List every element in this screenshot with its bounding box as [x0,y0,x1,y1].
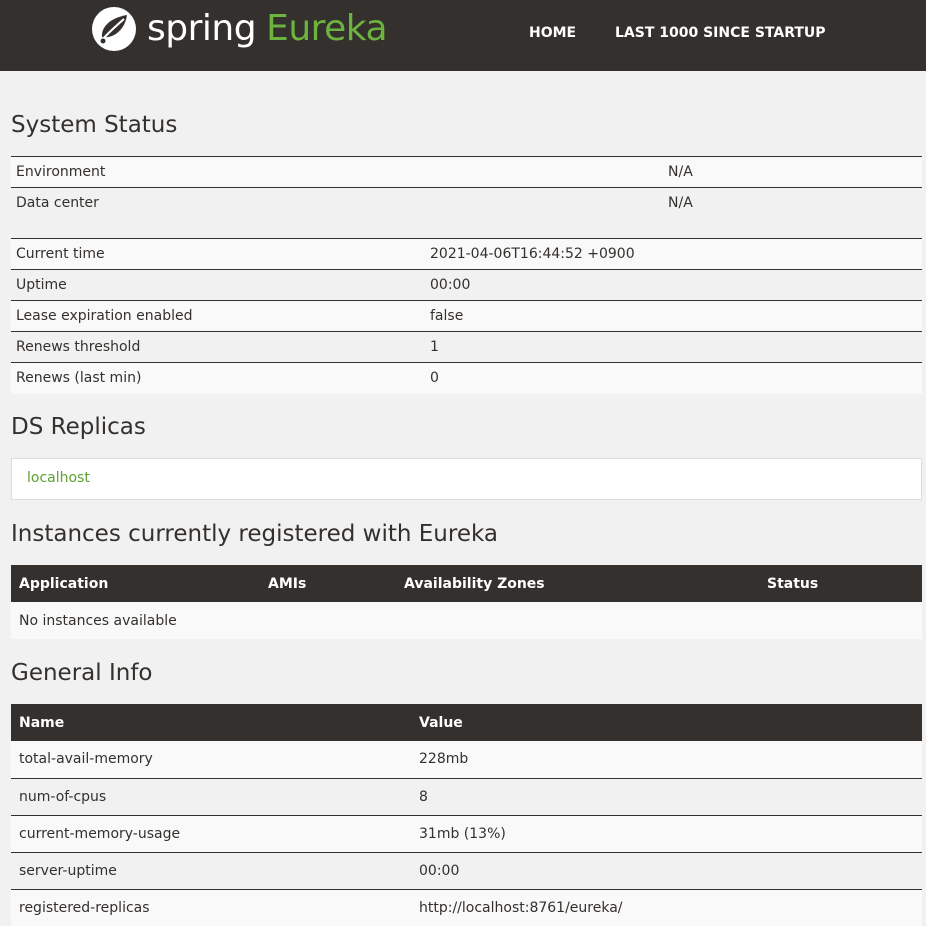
instances-table: Application AMIs Availability Zones Stat… [11,565,922,639]
info-name: current-memory-usage [11,814,419,852]
brand-eureka: Eureka [266,8,388,49]
env-value: N/A [668,156,922,188]
renews-threshold-label: Renews threshold [11,331,430,363]
column-header-application[interactable]: Application [11,565,268,602]
info-name: total-avail-memory [11,741,419,778]
table-header-row: Application AMIs Availability Zones Stat… [11,565,922,602]
table-row: Uptime 00:00 [11,269,922,301]
column-header-name[interactable]: Name [11,704,419,741]
status-stats-table: Current time 2021-04-06T16:44:52 +0900 U… [11,238,922,394]
table-row: current-memory-usage 31mb (13%) [11,814,922,852]
info-value: 228mb [419,741,922,778]
info-name: num-of-cpus [11,777,419,815]
info-name: registered-replicas [11,888,419,926]
ds-replicas-title: DS Replicas [11,414,146,440]
table-row: Renews threshold 1 [11,331,922,363]
column-header-amis[interactable]: AMIs [268,565,404,602]
nav-last-1000-link[interactable]: LAST 1000 SINCE STARTUP [615,24,826,42]
renews-last-min-label: Renews (last min) [11,362,430,394]
table-row: registered-replicas http://localhost:876… [11,888,922,926]
uptime-value: 00:00 [430,269,922,301]
system-status-title: System Status [11,112,178,138]
current-time-label: Current time [11,238,430,270]
spring-eureka-logo[interactable]: spring Eureka [91,5,388,53]
environment-table: Environment N/A Data center N/A [11,156,922,219]
lease-expiration-label: Lease expiration enabled [11,300,430,332]
renews-threshold-value: 1 [430,331,922,363]
instances-title: Instances currently registered with Eure… [11,521,498,547]
table-header-row: Name Value [11,704,922,741]
info-value: 8 [419,777,922,815]
info-value: 31mb (13%) [419,814,922,852]
current-time-value: 2021-04-06T16:44:52 +0900 [430,238,922,270]
spring-leaf-icon [92,7,136,51]
renews-last-min-value: 0 [430,362,922,394]
table-row: Environment N/A [11,156,922,188]
general-info-table: Name Value total-avail-memory 228mb num-… [11,704,922,926]
replica-link-localhost[interactable]: localhost [27,470,90,486]
column-header-availability-zones[interactable]: Availability Zones [404,565,767,602]
general-info-title: General Info [11,660,153,686]
no-instances-message: No instances available [11,602,922,639]
brand-spring: spring [147,8,257,49]
table-row: num-of-cpus 8 [11,777,922,815]
table-row: Renews (last min) 0 [11,362,922,394]
table-row: No instances available [11,602,922,639]
table-row: total-avail-memory 228mb [11,741,922,778]
datacenter-value: N/A [668,187,922,219]
table-row: Current time 2021-04-06T16:44:52 +0900 [11,238,922,270]
table-row: Lease expiration enabled false [11,300,922,332]
top-navbar: spring Eureka HOME LAST 1000 SINCE STARTU… [0,0,926,71]
table-row: Data center N/A [11,187,922,219]
info-value: 00:00 [419,851,922,889]
env-label: Environment [11,156,668,188]
brand-text: spring Eureka [147,7,388,51]
table-row: server-uptime 00:00 [11,851,922,889]
replica-list: localhost [11,458,922,500]
column-header-status[interactable]: Status [767,565,922,602]
info-name: server-uptime [11,851,419,889]
datacenter-label: Data center [11,187,668,219]
nav-home-link[interactable]: HOME [529,24,576,42]
info-value: http://localhost:8761/eureka/ [419,888,922,926]
uptime-label: Uptime [11,269,430,301]
lease-expiration-value: false [430,300,922,332]
column-header-value[interactable]: Value [419,704,922,741]
